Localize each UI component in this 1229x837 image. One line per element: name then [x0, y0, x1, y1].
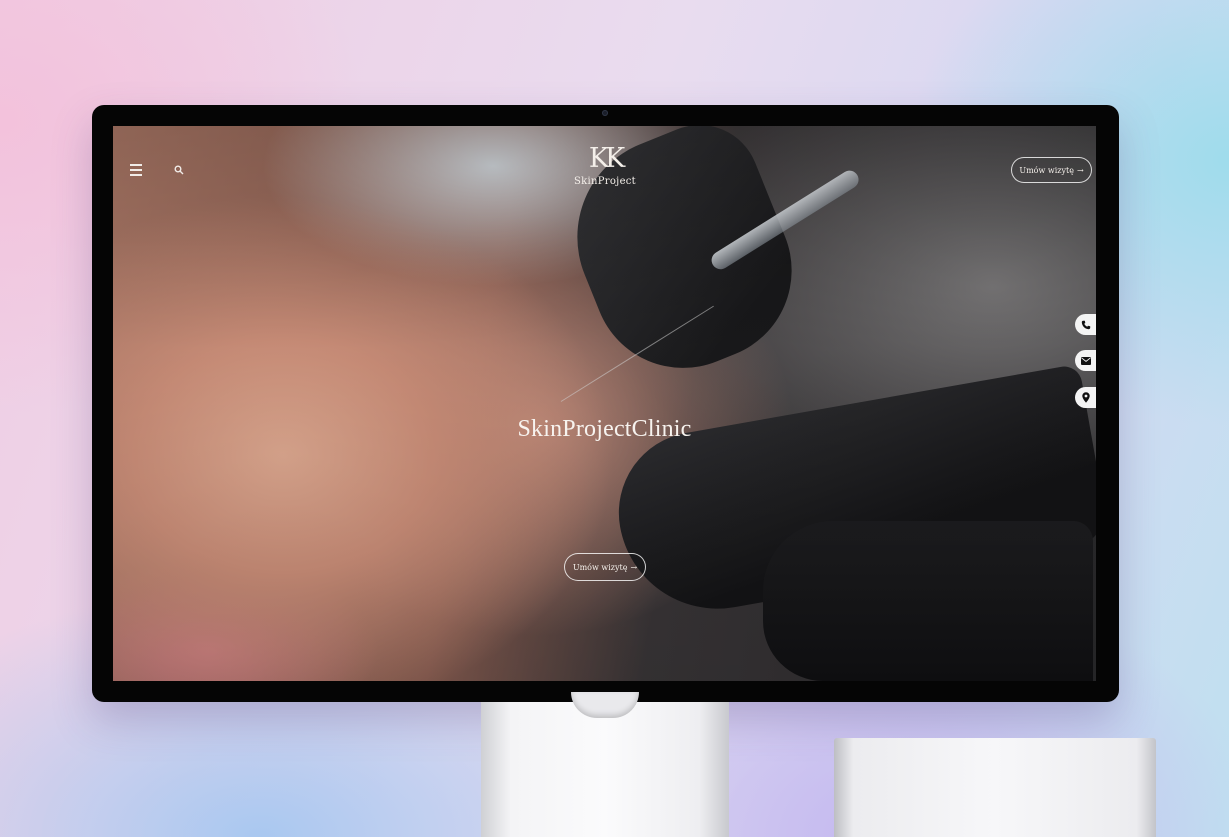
book-visit-header-button[interactable]: Umów wizytę →	[1011, 157, 1092, 183]
mail-contact-button[interactable]	[1075, 350, 1096, 371]
website-screen: KK SkinProject Umów wizytę → SkinProject…	[113, 126, 1096, 681]
phone-contact-button[interactable]	[1075, 314, 1096, 335]
site-logo[interactable]: KK SkinProject	[558, 143, 652, 188]
logo-mark: KK	[588, 143, 625, 174]
book-visit-label: Umów wizytę	[1019, 165, 1074, 175]
phone-icon	[1081, 320, 1090, 329]
hamburger-menu-icon[interactable]	[130, 164, 142, 176]
book-visit-hero-button[interactable]: Umów wizytę →	[564, 553, 646, 581]
map-pin-icon	[1081, 392, 1090, 403]
webcam-dot	[602, 110, 608, 116]
book-visit-label: Umów wizytę	[572, 562, 628, 572]
hero-title: SkinProjectClinic	[517, 416, 692, 442]
hero-overlay	[113, 126, 1096, 681]
arrow-right-icon: →	[630, 562, 638, 572]
logo-wordmark: SkinProject	[573, 176, 637, 187]
mail-icon	[1080, 356, 1091, 365]
search-icon[interactable]	[174, 165, 184, 175]
desktop-tower	[834, 738, 1156, 837]
monitor-stand	[481, 702, 729, 837]
arrow-right-icon: →	[1076, 165, 1084, 175]
location-contact-button[interactable]	[1075, 387, 1096, 408]
